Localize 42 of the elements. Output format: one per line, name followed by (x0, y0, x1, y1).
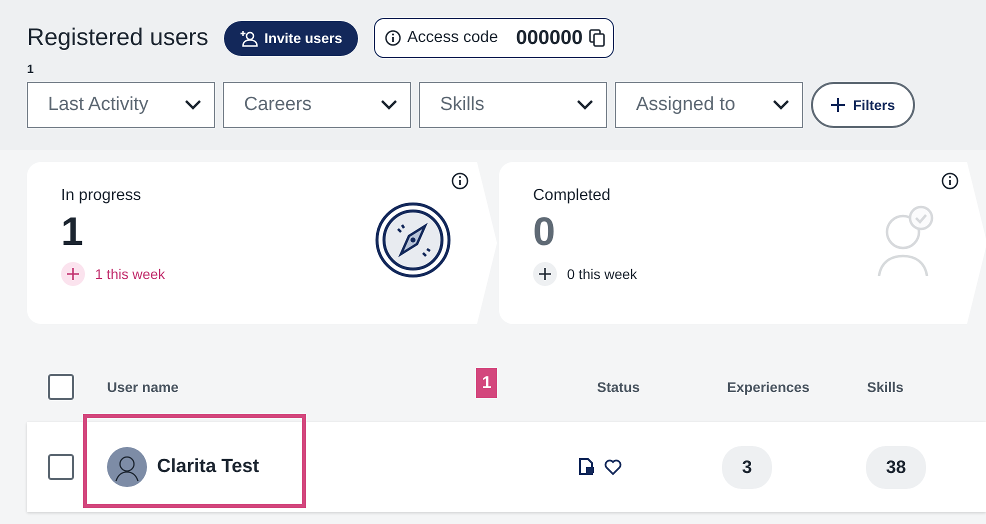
chevron-down-icon (576, 99, 594, 111)
plus-icon (831, 98, 845, 112)
filter-dropdown[interactable]: Assigned to (615, 82, 803, 128)
add-person-icon (240, 29, 258, 47)
compass-icon (375, 202, 451, 278)
card-title: Completed (533, 186, 612, 206)
access-code-label: Access code (407, 28, 498, 48)
plus-icon (61, 262, 85, 286)
page-title: Registered users (27, 24, 208, 52)
document-icon (578, 458, 596, 476)
annotation-label: 1 (476, 368, 498, 398)
user-count: 1 (27, 61, 35, 78)
checkbox[interactable] (48, 454, 74, 480)
column-header: Skills (867, 378, 904, 394)
copy-icon (588, 29, 605, 47)
card-value: 0 (533, 209, 556, 256)
access-code-value: 000000 (516, 26, 583, 51)
info-icon (451, 172, 469, 190)
chevron-down-icon (772, 99, 790, 111)
card-title: In progress (61, 186, 142, 206)
chevron-down-icon (184, 99, 202, 111)
experience-count: 3 (722, 446, 772, 488)
weekly-change: 1 this week (95, 264, 166, 284)
column-header: Experiences (727, 378, 810, 394)
heart-icon (604, 458, 622, 476)
skill-count: 38 (866, 446, 926, 488)
avatar-icon (107, 447, 147, 487)
plus-icon (533, 262, 557, 286)
filter-dropdown[interactable]: Skills (419, 82, 607, 128)
column-header: User name (107, 378, 179, 394)
checkbox[interactable] (48, 374, 74, 400)
filter-dropdown[interactable]: Careers (223, 82, 411, 128)
card-value: 1 (61, 209, 84, 256)
user-name[interactable]: Clarita Test (157, 452, 578, 482)
filters-button[interactable]: Filters (811, 82, 916, 128)
weekly-change: 0 this week (567, 264, 638, 284)
info-icon (941, 172, 959, 190)
column-header: Status (597, 378, 640, 394)
invite-users-button[interactable]: Invite users (224, 20, 358, 56)
filter-dropdown[interactable]: Last Activity (27, 82, 215, 128)
chevron-down-icon (380, 99, 398, 111)
info-icon (385, 30, 402, 46)
